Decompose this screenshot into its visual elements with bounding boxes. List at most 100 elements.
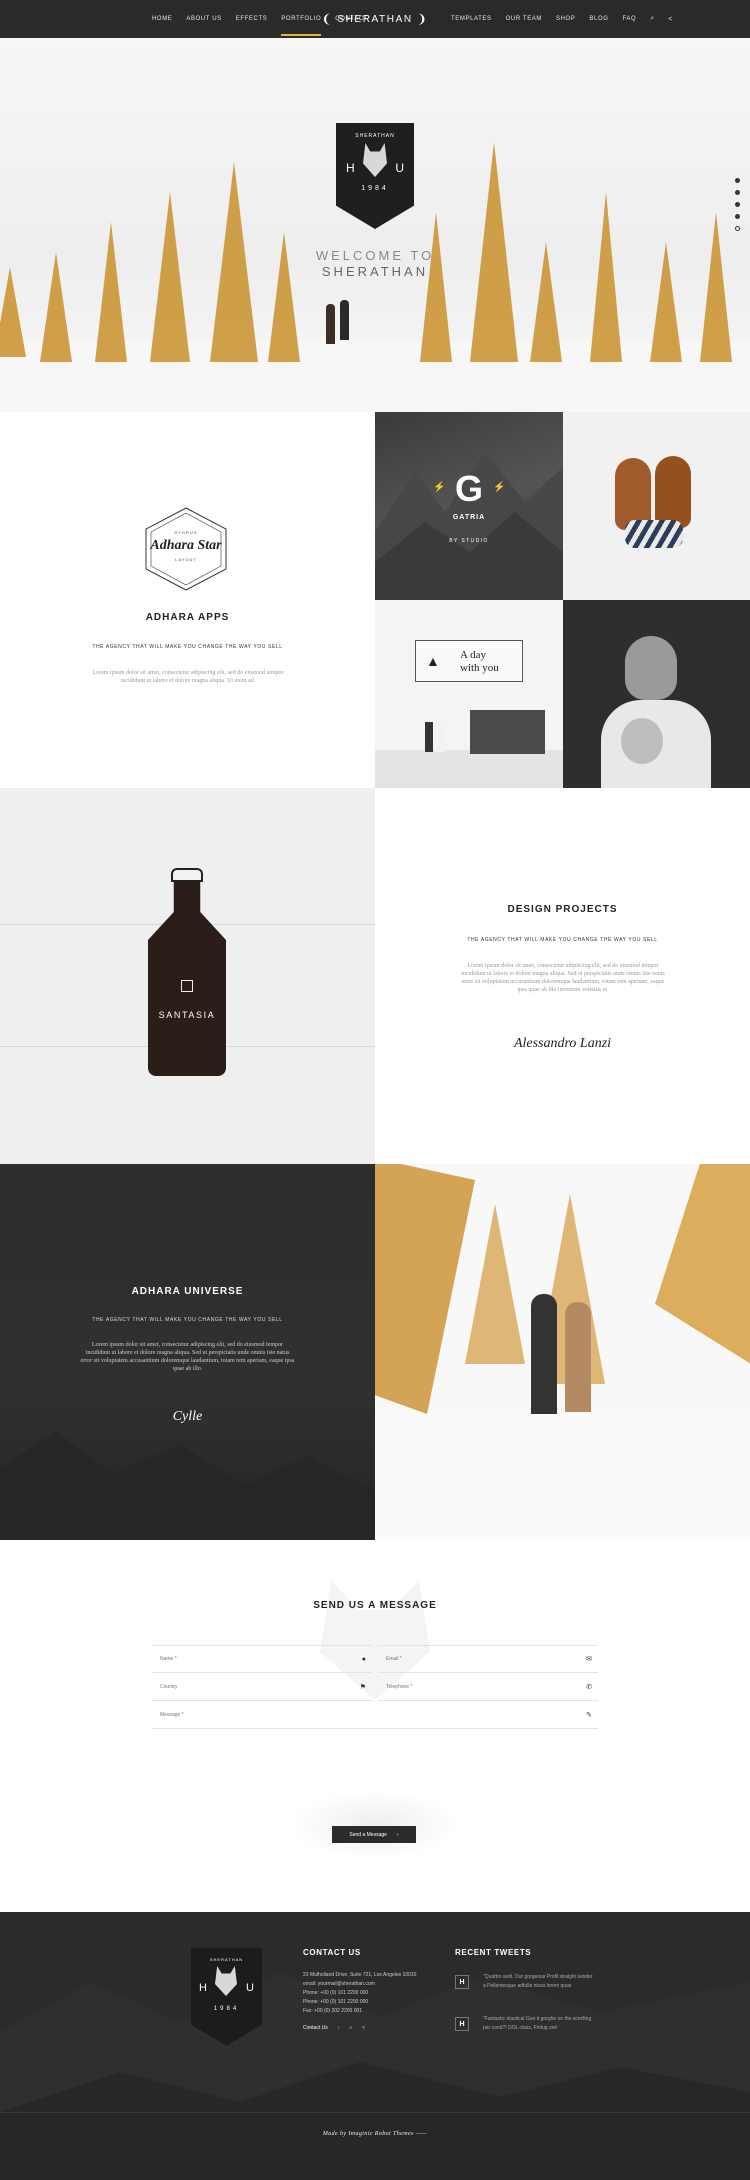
user-icon: ● (361, 1655, 366, 1663)
footer-fax: Fax: +00 (0) 202 2200 001 (303, 2008, 363, 2014)
tree-branch-left (375, 1164, 475, 1414)
footer-phone: Phone: +00 (0) 101 2200 000 (303, 1990, 369, 1996)
send-message-button[interactable]: Send a Message › (332, 1826, 416, 1843)
signature: Alessandro Lanzi (513, 1036, 612, 1051)
envelope-icon: ✉ (586, 1656, 592, 1663)
tree-illustration (0, 267, 26, 357)
shoes-portfolio-tile[interactable] (563, 412, 750, 600)
message-placeholder: Message * (160, 1711, 184, 1718)
send-button-label: Send a Message (349, 1831, 387, 1838)
brand-logo[interactable]: ❨ SHERATHAN ❩ (322, 8, 427, 30)
person-figure (565, 1302, 591, 1412)
aday-logo-box: ▲ A day with you (415, 640, 523, 682)
badge-year: 1984 (361, 185, 389, 192)
name-field[interactable]: Name * ● (152, 1645, 372, 1673)
man-portfolio-tile[interactable] (563, 600, 750, 788)
country-placeholder: Country (160, 1683, 178, 1690)
mountain-background (0, 1432, 375, 1540)
message-field[interactable]: Message * ✎ (152, 1701, 598, 1729)
footer-email[interactable]: email: yourmail@sherathan.com (303, 1980, 416, 1989)
arrow-right-icon: › (396, 1831, 399, 1838)
signature: Cylle (172, 1409, 203, 1424)
badge-year: 1984 (213, 2006, 240, 2012)
section-subtitle: THE AGENCY THAT WILL MAKE YOU CHANGE THE… (467, 937, 658, 943)
badge-top-text: SHERATHAN (355, 133, 395, 139)
h-logo-icon: H (455, 2017, 469, 2031)
slider-dot[interactable] (735, 214, 740, 219)
badge-u-letter: U (395, 161, 404, 175)
search-icon[interactable]: ⌕ (650, 15, 654, 23)
slider-dot-active[interactable] (735, 226, 740, 231)
hero-section: SHERATHAN H U 1984 WELCOME TO SHERATHAN (0, 38, 750, 412)
flag-icon: ⚑ (359, 1683, 366, 1691)
nav-item-faq[interactable]: FAQ (622, 16, 636, 22)
contact-title: SEND US A MESSAGE (313, 1600, 437, 1611)
contact-us-link[interactable]: Contact Us (303, 2024, 328, 2033)
man-head-image (625, 636, 677, 700)
hero-badge-logo: SHERATHAN H U 1984 (336, 123, 414, 229)
striped-socks-image (625, 520, 683, 548)
santasia-bottle-tile[interactable]: SANTASIA (0, 788, 375, 1164)
person-figure (531, 1294, 557, 1414)
arrow-right-icon: › (337, 2025, 340, 2031)
contact-section: SEND US A MESSAGE Name * ● Email * ✉ Cou… (0, 1540, 750, 1912)
slider-dot[interactable] (735, 178, 740, 183)
tweet-text: "Quattro vedi. Our gorgeous Profil strai… (483, 1974, 593, 1989)
logo-top-text: HYDRUS (174, 530, 198, 535)
footer-contact-column: CONTACT US 23 Mulholland Drive, Suite 72… (303, 1948, 416, 2033)
share-icon[interactable]: < (668, 16, 672, 23)
top-navbar: Home About Us Effects Portfolio Contact … (0, 0, 750, 38)
tree-illustration (700, 212, 732, 362)
gatria-name: GATRIA (452, 514, 486, 521)
aday-portfolio-tile[interactable]: ▲ A day with you (375, 600, 563, 788)
person-figure (326, 304, 335, 344)
husky-icon (215, 1966, 237, 1996)
pine-trees-icon: ▲ (426, 653, 440, 669)
husky-icon (363, 143, 387, 177)
nav-item-blog[interactable]: Blog (589, 16, 608, 22)
couple-forest-image[interactable] (375, 1164, 750, 1540)
adhara-universe-section: ADHARA UNIVERSE THE AGENCY THAT WILL MAK… (0, 1164, 375, 1540)
bottle-cap (171, 868, 203, 882)
country-field[interactable]: Country ⚑ (152, 1673, 372, 1701)
hero-title: SHERATHAN (321, 264, 429, 279)
email-field[interactable]: Email * ✉ (378, 1645, 598, 1673)
tree-illustration (465, 1204, 525, 1364)
nav-item-templates[interactable]: Templates (451, 16, 492, 22)
balloon-image (621, 718, 663, 764)
nav-item-portfolio[interactable]: Portfolio (281, 16, 322, 36)
tweet-item: H "Quattro vedi. Our gorgeous Profil str… (455, 1974, 595, 2011)
adhara-logo: HYDRUS Adhara Star LAYOUT (143, 530, 229, 562)
tree-illustration (95, 222, 127, 362)
logo-script-text: Adhara Star (150, 538, 222, 553)
slider-dot[interactable] (735, 202, 740, 207)
lightning-icon: ⚡ (433, 482, 446, 493)
groom-figure (425, 722, 433, 752)
snow-ground (375, 1414, 750, 1540)
badge-u-letter: U (246, 1982, 254, 1994)
tree-branch-right (655, 1164, 750, 1379)
nav-item-shop[interactable]: Shop (556, 16, 575, 22)
section-body: Lorem ipsum dolor sit amet, consectetur … (461, 963, 665, 993)
brand-name: SHERATHAN (337, 13, 413, 25)
section-body: Lorem ipsum dolor sit amet, consectetur … (92, 670, 284, 684)
laurel-left-icon: ❨ (321, 12, 334, 26)
footer-tweets-column: RECENT TWEETS H "Quattro vedi. Our gorge… (455, 1948, 595, 2053)
nav-item-about-us[interactable]: About Us (186, 16, 221, 22)
pencil-icon: ✎ (586, 1711, 592, 1719)
telephone-placeholder: Telephone * (386, 1683, 413, 1690)
gatria-portfolio-tile[interactable]: G ⚡ ⚡ GATRIA BY STUDIO (375, 412, 563, 600)
made-by-text: Made by Imaginic Robot Themes (322, 2131, 414, 2137)
bottle-emblem-icon (181, 980, 193, 992)
search-icon[interactable]: ⌕ (349, 2024, 352, 2033)
slider-dot[interactable] (735, 190, 740, 195)
laurel-right-icon: ❩ (416, 12, 429, 26)
section-title: DESIGN PROJECTS (507, 904, 618, 915)
nav-item-our-team[interactable]: Our Team (506, 16, 542, 22)
telephone-field[interactable]: Telephone * ✆ (378, 1673, 598, 1701)
phone-icon: ✆ (586, 1683, 592, 1691)
aday-line2: with you (460, 662, 499, 674)
share-icon[interactable]: < (362, 2024, 365, 2033)
nav-item-home[interactable]: Home (152, 16, 172, 22)
nav-item-effects[interactable]: Effects (236, 16, 268, 22)
